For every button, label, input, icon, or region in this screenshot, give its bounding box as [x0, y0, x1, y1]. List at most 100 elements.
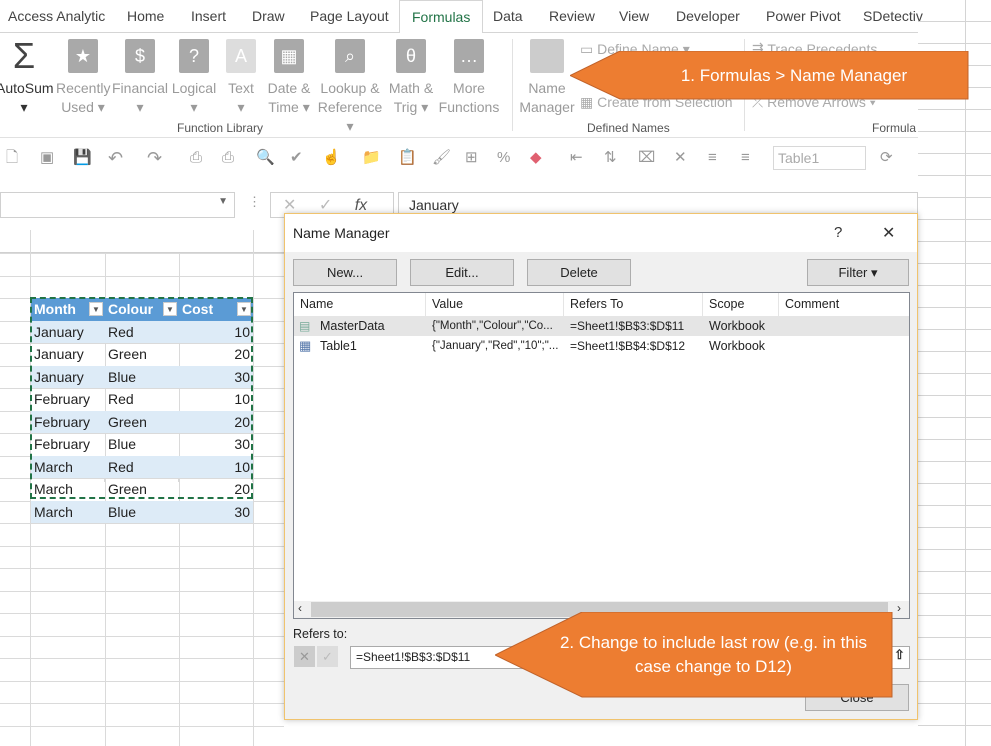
table-cell[interactable]: Blue	[105, 500, 179, 523]
financial-button[interactable]: $ Financial ▾	[112, 39, 168, 117]
text-book-icon: A	[226, 39, 256, 73]
format-painter-icon[interactable]: 🖌	[432, 150, 451, 166]
chevron-down-icon[interactable]: ▼	[218, 196, 228, 207]
indent-icon[interactable]: ⇤	[570, 150, 586, 166]
theta-book-icon: θ	[396, 39, 426, 73]
grid-line	[0, 568, 284, 569]
folder-icon[interactable]: 📁	[362, 150, 381, 166]
question-book-icon: ?	[179, 39, 209, 73]
fx-icon[interactable]: fx	[355, 197, 367, 214]
tab-sdetective[interactable]: SDetectiv	[863, 8, 923, 24]
percent-format-icon[interactable]: %	[497, 150, 513, 166]
confirm-edit-icon[interactable]: ✓	[317, 646, 338, 667]
label: Financial	[112, 80, 169, 96]
column-refers-to[interactable]: Refers To	[564, 293, 703, 316]
column-value[interactable]: Value	[426, 293, 564, 316]
more-functions-button[interactable]: … More Functions	[438, 39, 500, 117]
magnifier-book-icon: ⌕	[335, 39, 365, 73]
name-box[interactable]: ▼	[0, 192, 235, 218]
item-refers: =Sheet1!$B$4:$D$12	[570, 339, 686, 353]
sort-icon[interactable]: ⇅	[604, 150, 620, 166]
table-cell[interactable]: 30	[179, 500, 253, 523]
dialog-title: Name Manager	[293, 225, 390, 241]
column-name[interactable]: Name	[294, 293, 426, 316]
grid-line	[0, 253, 284, 254]
touch-mode-icon[interactable]: ☝	[322, 150, 341, 166]
grid-line	[0, 523, 284, 524]
cancel-edit-icon[interactable]: ✕	[294, 646, 315, 667]
tab-access-analytic[interactable]: Access Analytic	[8, 8, 105, 24]
text-button[interactable]: A Text ▾	[222, 39, 260, 117]
borders-icon[interactable]: ⊞	[465, 150, 481, 166]
redo-icon[interactable]: ↷	[147, 149, 163, 167]
label: AutoSum	[0, 80, 54, 96]
item-name: MasterData	[320, 319, 385, 333]
label: Trig ▾	[393, 99, 429, 115]
print-icon[interactable]: ⎙	[190, 150, 206, 166]
tab-formulas[interactable]: Formulas	[399, 0, 484, 34]
align-justify-icon[interactable]: ≡	[741, 150, 757, 166]
column-scope[interactable]: Scope	[703, 293, 779, 316]
tab-power-pivot[interactable]: Power Pivot	[766, 8, 841, 24]
list-item[interactable]: ▦ Table1 {"January","Red","10";"... =She…	[294, 336, 909, 356]
enter-icon[interactable]: ✓	[319, 197, 332, 214]
tab-review[interactable]: Review	[549, 8, 595, 24]
list-item[interactable]: ▤ MasterData {"Month","Colour","Co... =S…	[294, 316, 909, 336]
label: Text	[228, 80, 254, 96]
refresh-icon[interactable]: ⟳	[880, 150, 896, 166]
more-options-icon[interactable]: ⋮	[248, 194, 261, 210]
item-scope: Workbook	[709, 339, 766, 353]
tab-home[interactable]: Home	[127, 8, 164, 24]
print-preview-icon[interactable]: 🔍	[256, 150, 275, 166]
close-icon[interactable]: ✕	[882, 223, 895, 243]
clear-icon[interactable]: ✕	[674, 150, 690, 166]
quick-print-icon[interactable]: ⎙	[222, 150, 238, 166]
autosum-button[interactable]: Σ AutoSum ▾	[0, 38, 54, 117]
tab-data[interactable]: Data	[493, 8, 523, 24]
callout-step-2: 2. Change to include last row (e.g. in t…	[495, 612, 894, 698]
help-button[interactable]: ?	[834, 224, 842, 241]
label: Time ▾	[268, 99, 310, 115]
scroll-right-icon[interactable]: ›	[897, 601, 901, 615]
coins-book-icon: $	[125, 39, 155, 73]
sheet-background-grid	[918, 0, 991, 746]
new-button[interactable]: New...	[293, 259, 397, 286]
item-name: Table1	[320, 339, 357, 353]
align-center-icon[interactable]: ≡	[708, 150, 724, 166]
name-manager-button[interactable]: Name Manager	[518, 39, 576, 117]
tab-view[interactable]: View	[619, 8, 649, 24]
callout-step-1: 1. Formulas > Name Manager	[570, 51, 970, 100]
undo-icon[interactable]: ↶	[108, 149, 124, 167]
logical-button[interactable]: ? Logical ▾	[170, 39, 218, 117]
spellcheck-icon[interactable]: ✔	[290, 150, 306, 166]
label: Lookup &	[320, 80, 380, 96]
scroll-left-icon[interactable]: ‹	[298, 601, 302, 615]
tab-draw[interactable]: Draw	[252, 8, 285, 24]
date-time-button[interactable]: ▦ Date & Time ▾	[264, 39, 314, 117]
lookup-reference-button[interactable]: ⌕ Lookup & Reference ▾	[314, 39, 386, 136]
paste-picture-icon[interactable]: 📋	[398, 150, 417, 166]
grid-line	[0, 703, 284, 704]
column-comment[interactable]: Comment	[779, 293, 909, 316]
delete-button[interactable]: Delete	[527, 259, 631, 286]
save-icon[interactable]: 💾	[73, 150, 92, 166]
tab-developer[interactable]: Developer	[676, 8, 740, 24]
cancel-icon[interactable]: ✕	[283, 197, 296, 214]
group-label-function-library: Function Library	[177, 121, 264, 135]
math-trig-button[interactable]: θ Math & Trig ▾	[388, 39, 434, 117]
grid-line	[0, 546, 284, 547]
item-value: {"January","Red","10";"...	[432, 340, 559, 352]
recently-used-button[interactable]: ★ Recently Used ▾	[56, 39, 110, 117]
filter-button[interactable]: Filter ▾	[807, 259, 909, 286]
open-recent-icon[interactable]: ▣	[40, 150, 56, 166]
edit-button[interactable]: Edit...	[410, 259, 514, 286]
label: Used ▾	[61, 99, 105, 115]
label: Logical	[171, 80, 217, 96]
tab-insert[interactable]: Insert	[191, 8, 226, 24]
table-name-field[interactable]: Table1	[773, 146, 866, 170]
eraser-icon[interactable]: ◆	[530, 150, 546, 166]
tab-page-layout[interactable]: Page Layout	[310, 8, 389, 24]
table-cell[interactable]: March	[31, 500, 105, 523]
new-file-icon[interactable]: 🗋	[6, 150, 22, 166]
delete-cells-icon[interactable]: ⌧	[638, 150, 655, 166]
